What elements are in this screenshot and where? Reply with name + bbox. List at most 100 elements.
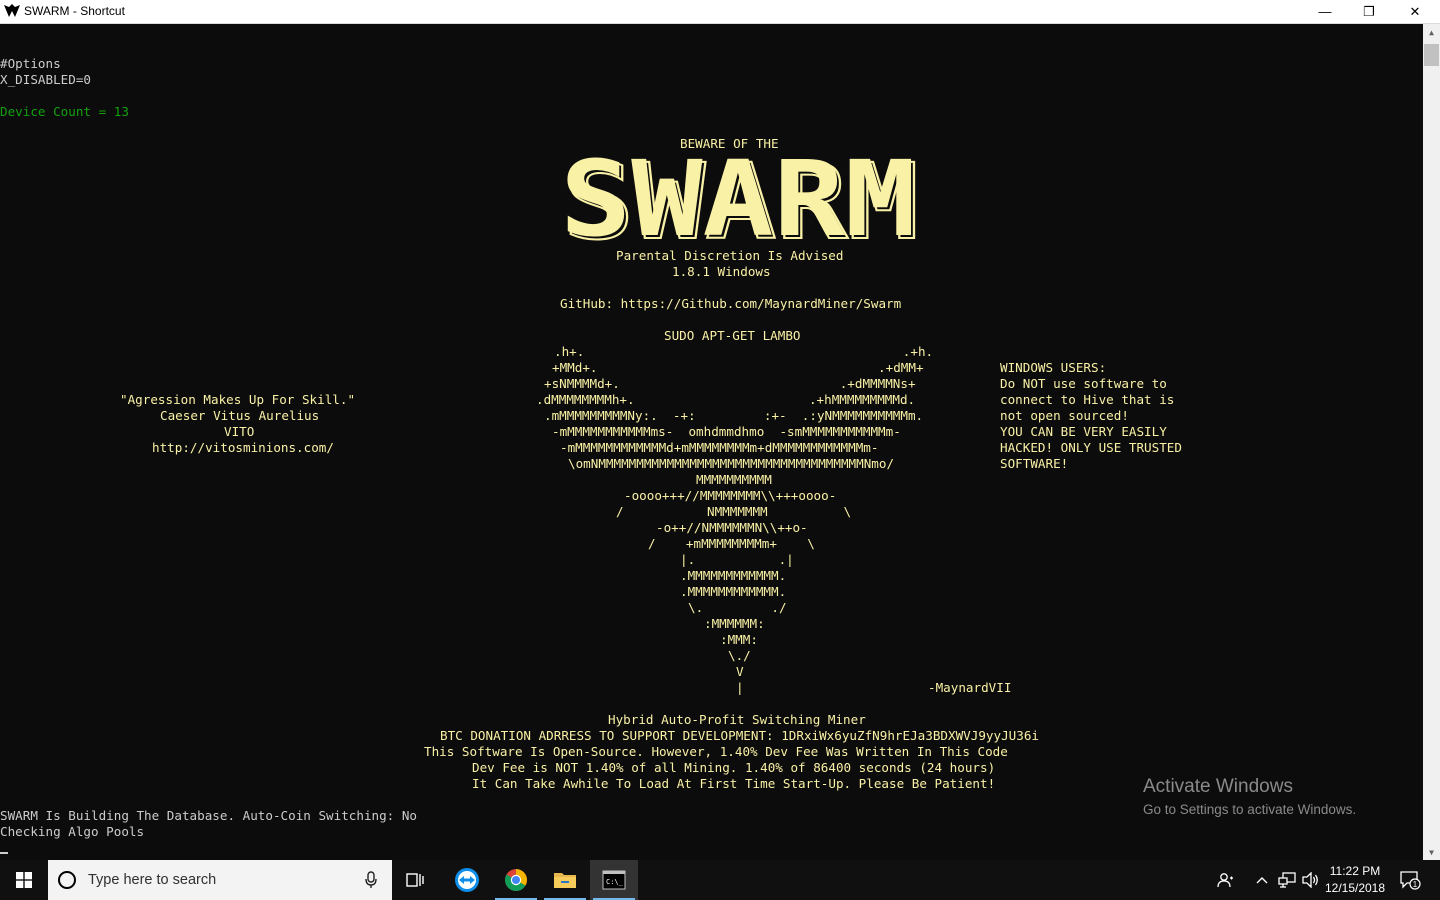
- scroll-up-button[interactable]: ▲: [1423, 24, 1440, 40]
- console-line: / +mMMMMMMMMm+ \: [648, 536, 815, 551]
- taskbar-clock[interactable]: 11:22 PM 12/15/2018: [1320, 863, 1390, 897]
- console-line: .MMMMMMMMMMMM.: [680, 584, 787, 599]
- window-title: SWARM - Shortcut: [24, 4, 125, 18]
- search-placeholder: Type here to search: [88, 872, 217, 888]
- chevron-up-icon: [1256, 877, 1268, 884]
- restore-button[interactable]: ❐: [1346, 0, 1392, 23]
- console-line: YOU CAN BE VERY EASILY: [1000, 424, 1167, 439]
- console-line: V: [736, 664, 744, 679]
- clock-date: 12/15/2018: [1324, 881, 1386, 895]
- windows-logo-icon: [16, 872, 32, 888]
- console-line: WINDOWS USERS:: [1000, 360, 1107, 375]
- chrome-icon: [505, 869, 527, 891]
- file-explorer-taskbar-button[interactable]: [541, 860, 589, 900]
- show-hidden-icons-button[interactable]: [1252, 860, 1272, 900]
- task-view-button[interactable]: [392, 860, 440, 900]
- console-line: connect to Hive that is: [1000, 392, 1175, 407]
- people-button[interactable]: [1214, 860, 1238, 900]
- notification-count: 1: [1413, 880, 1418, 889]
- console-line: It Can Take Awhile To Load At First Time…: [472, 776, 996, 791]
- vertical-scrollbar[interactable]: ▲ ▼: [1423, 24, 1440, 860]
- minimize-button[interactable]: —: [1302, 0, 1348, 23]
- file-explorer-icon: [554, 873, 576, 888]
- console-line: \omNMMMMMMMMMMMMMMMMMMMMMMMMMMMMMMMMMMMN…: [568, 456, 895, 471]
- console-line: Dev Fee is NOT 1.40% of all Mining. 1.40…: [472, 760, 996, 775]
- watermark-subtitle: Go to Settings to activate Windows.: [1143, 802, 1357, 817]
- console-line: http://vitosminions.com/: [152, 440, 334, 455]
- command-prompt-taskbar-button[interactable]: C:\_: [590, 860, 638, 900]
- microphone-icon[interactable]: [364, 871, 378, 889]
- minimize-icon: —: [1318, 4, 1332, 19]
- console-line: :MMM:: [720, 632, 758, 647]
- console-line: -oooo+++//MMMMMMMM\\+++oooo-: [624, 488, 837, 503]
- console-line: Caeser Vitus Aurelius: [160, 408, 320, 423]
- console-cursor: [0, 852, 8, 854]
- console-line: -mMMMMMMMMMMMms- omhdmmdhmo -smMMMMMMMMM…: [552, 424, 901, 439]
- console-line: .mMMMMMMMMMNy:. -+: :+- .:yNMMMMMMMMMMm.: [544, 408, 924, 423]
- watermark-title: Activate Windows: [1143, 776, 1293, 797]
- console-line: SWARM Is Building The Database. Auto-Coi…: [0, 808, 418, 823]
- console-line: MMMMMMMMMM: [696, 472, 772, 487]
- action-center-button[interactable]: 1: [1396, 860, 1424, 900]
- console-line: .h+. .+h.: [554, 344, 934, 359]
- command-prompt-icon: C:\_: [602, 870, 626, 890]
- network-icon: [1278, 872, 1296, 888]
- task-view-icon: [406, 873, 424, 887]
- console-line: \. ./: [688, 600, 787, 615]
- console-line: \./: [728, 648, 751, 663]
- console-line: -o++//NMMMMMMN\\++o-: [656, 520, 808, 535]
- console-line: not open sourced!: [1000, 408, 1129, 423]
- console-line: +sNMMMMd+. .+dMMMMNs+: [544, 376, 916, 391]
- cortana-icon[interactable]: [58, 871, 76, 889]
- chrome-taskbar-button[interactable]: [492, 860, 540, 900]
- console-line: Hybrid Auto-Profit Switching Miner: [608, 712, 866, 727]
- title-bar: SWARM - Shortcut — ❐ ✕: [0, 0, 1440, 24]
- volume-button[interactable]: [1300, 860, 1322, 900]
- network-button[interactable]: [1276, 860, 1298, 900]
- taskbar-search-box[interactable]: Type here to search: [48, 860, 392, 900]
- console-line: X_DISABLED=0: [0, 72, 91, 87]
- taskbar: Type here to search C:\_ 11:22 PM 12/15/…: [0, 860, 1440, 900]
- swarm-logo: SWARM SWARM: [560, 149, 919, 243]
- console-line: -MaynardVII: [928, 680, 1012, 695]
- teamviewer-icon: [455, 868, 479, 892]
- console-line: SOFTWARE!: [1000, 456, 1069, 471]
- console-line: "Agression Makes Up For Skill.": [120, 392, 356, 407]
- people-icon: [1217, 873, 1233, 888]
- clock-time: 11:22 PM: [1329, 864, 1381, 878]
- console-line: VITO: [224, 424, 255, 439]
- console-line: / NMMMMMMM \: [616, 504, 852, 519]
- activate-windows-watermark: Activate Windows Go to Settings to activ…: [1143, 776, 1356, 820]
- console-line: GitHub: https://Github.com/MaynardMiner/…: [560, 296, 902, 311]
- console-line: Do NOT use software to: [1000, 376, 1167, 391]
- scroll-thumb[interactable]: [1424, 44, 1439, 66]
- console-line: 1.8.1 Windows: [672, 264, 771, 279]
- console-line: +MMd+. .+dMM+: [552, 360, 924, 375]
- console-line: #Options: [0, 56, 61, 71]
- teamviewer-taskbar-button[interactable]: [443, 860, 491, 900]
- console-output[interactable]: #Options X_DISABLED=0 Device Count = 13 …: [0, 24, 1423, 860]
- console-line: Checking Algo Pools: [0, 824, 145, 839]
- volume-icon: [1302, 872, 1318, 888]
- console-line: Parental Discretion Is Advised: [616, 248, 844, 263]
- start-button[interactable]: [0, 860, 48, 900]
- console-line: |: [736, 680, 744, 695]
- console-line: Device Count = 13: [0, 104, 129, 119]
- notifications-icon: 1: [1400, 871, 1421, 890]
- console-line: This Software Is Open-Source. However, 1…: [424, 744, 1008, 759]
- svg-text:C:\_: C:\_: [606, 878, 624, 886]
- console-line: .dMMMMMMMMh+. .+hMMMMMMMMMd.: [536, 392, 916, 407]
- swarm-app-icon: [4, 4, 20, 17]
- console-line: .MMMMMMMMMMMM.: [680, 568, 787, 583]
- restore-icon: ❐: [1363, 3, 1375, 19]
- console-line: BTC DONATION ADRRESS TO SUPPORT DEVELOPM…: [440, 728, 1039, 743]
- console-line: SUDO APT-GET LAMBO: [664, 328, 801, 343]
- close-button[interactable]: ✕: [1392, 0, 1438, 23]
- console-line: |. .|: [680, 552, 794, 567]
- swarm-logo-text: SWARM: [560, 149, 916, 243]
- scroll-down-button[interactable]: ▼: [1423, 844, 1440, 860]
- console-line: -mMMMMMMMMMMMMd+mMMMMMMMMm+dMMMMMMMMMMMM…: [560, 440, 879, 455]
- console-line: HACKED! ONLY USE TRUSTED: [1000, 440, 1182, 455]
- console-line: :MMMMMM:: [704, 616, 765, 631]
- close-icon: ✕: [1409, 3, 1421, 19]
